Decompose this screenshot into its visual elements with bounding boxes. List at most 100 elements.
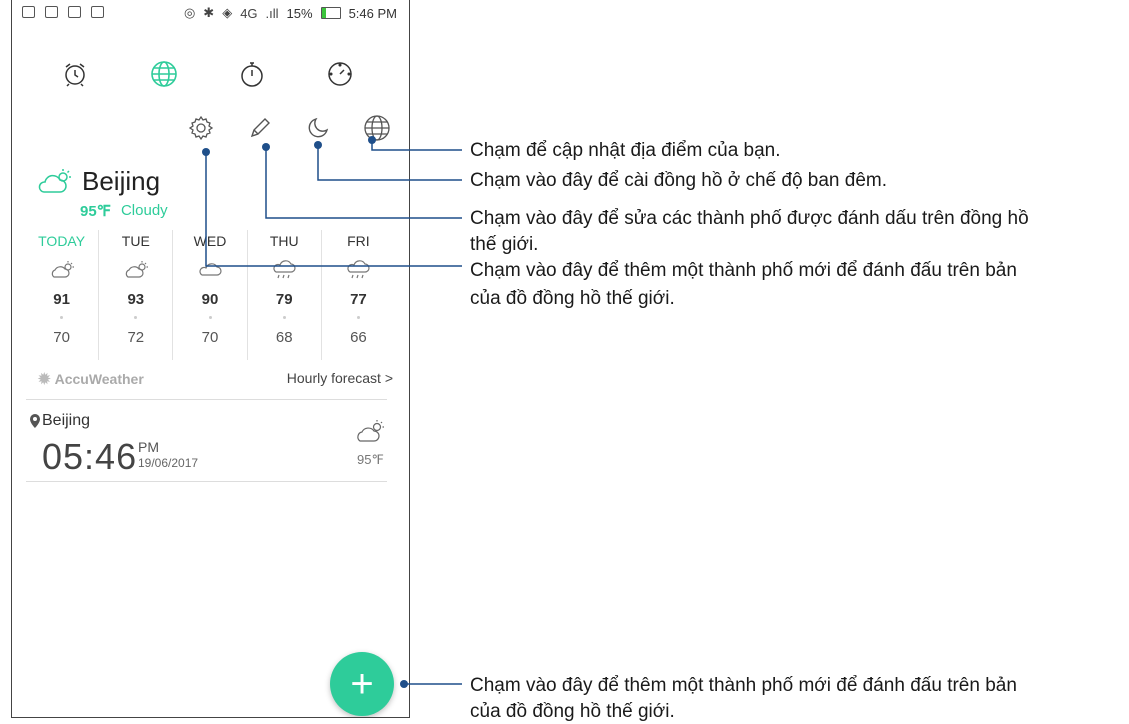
callout-edit-text: Chạm vào đây để sửa các thành phố được đ… [470, 208, 1029, 229]
current-condition: Cloudy [120, 202, 168, 219]
forecast-day-name: FRI [347, 233, 370, 249]
callout-edit-text-2: thế giới. [470, 234, 539, 255]
callout-add-text-2: của đồ đồng hồ thế giới. [470, 701, 675, 722]
forecast-high: 79 [275, 291, 293, 308]
edit-button[interactable] [245, 113, 275, 143]
image-icon [45, 6, 58, 18]
settings-button[interactable] [186, 113, 216, 143]
weather-city-name: Beijing [82, 166, 161, 196]
tab-timer[interactable] [322, 56, 358, 92]
forecast-high: 91 [53, 291, 70, 308]
notification-icons [22, 6, 104, 18]
callout-settings-text: Chạm vào đây để thêm một thành phố mới đ… [470, 260, 1017, 281]
hourly-forecast-link[interactable]: Hourly forecast > [287, 370, 393, 386]
forecast-day: FRI 77 66 [320, 230, 395, 360]
timer-icon [328, 62, 352, 86]
forecast-day: THU 79 68 [246, 230, 321, 360]
forecast-low: 66 [350, 329, 367, 346]
settings-gear-icon [188, 115, 214, 141]
forecast-icon [322, 257, 395, 283]
edit-pencil-icon [250, 118, 270, 138]
partly-cloudy-icon [357, 420, 384, 442]
network-label: 4G [240, 5, 258, 21]
notification-icon [22, 6, 35, 18]
forecast-low: 72 [127, 329, 145, 346]
forecast-icon [25, 257, 98, 283]
forecast-high: 90 [201, 291, 219, 308]
forecast-high: 93 [127, 291, 145, 308]
sun-icon: ✹ [38, 371, 51, 388]
forecast-low: 68 [275, 329, 293, 346]
forecast-icon [248, 257, 321, 283]
location-update-button[interactable] [362, 113, 392, 143]
forecast-dot [356, 316, 360, 319]
globe-icon [151, 61, 177, 87]
stopwatch-icon [241, 62, 263, 87]
world-clock-city-name: Beijing [42, 412, 91, 429]
tab-stopwatch[interactable] [234, 56, 270, 92]
forecast-day-name: THU [269, 233, 299, 249]
forecast-dot [60, 316, 64, 319]
world-clock-temp: 95℉ [357, 452, 384, 467]
forecast-dot [134, 316, 138, 319]
forecast-low: 70 [53, 329, 70, 346]
callout-settings-text-2: của đồ đồng hồ thế giới. [470, 288, 675, 309]
world-clock-date: 19/06/2017 [138, 456, 199, 470]
sd-card-icon [91, 6, 104, 18]
partly-cloudy-icon [125, 261, 148, 278]
world-clock-weather [355, 418, 385, 449]
location-pin-icon [30, 414, 40, 428]
signal-icon: .ıll [265, 5, 279, 21]
current-temperature: 95℉ [80, 203, 111, 220]
status-icons: ◎ ✱ ◈ 4G .ıll 15% 5:46 PM [184, 5, 397, 21]
cloudy-icon [199, 263, 222, 276]
status-clock: 5:46 PM [348, 5, 397, 21]
partly-cloudy-icon [51, 261, 74, 278]
callout-night-text: Chạm vào đây để cài đồng hồ ở chế độ ban… [470, 170, 888, 191]
forecast-day: TUE 93 72 [98, 230, 172, 360]
divider [26, 481, 387, 482]
battery-percent: 15% [286, 5, 313, 21]
forecast-icon [99, 257, 172, 283]
alarm-clock-icon [65, 63, 85, 87]
world-clock-toolbar [12, 113, 409, 147]
world-clock-ampm: PM [138, 439, 159, 455]
plus-icon: + [350, 661, 374, 706]
forecast-day-name: TUE [121, 233, 150, 249]
provider-label: AccuWeather [54, 371, 144, 387]
forecast-day: TODAY 91 70 [25, 230, 98, 360]
partly-cloudy-icon [38, 168, 71, 193]
forecast-day-name: WED [193, 233, 227, 249]
world-clock-city: Beijing [30, 412, 90, 430]
world-globe-icon [364, 115, 390, 141]
forecast-row: TODAY 91 70 TUE 93 72 WED 90 70 THU 79 6… [25, 230, 395, 360]
forecast-high: 77 [350, 291, 367, 308]
battery-icon [320, 7, 341, 19]
world-clock-time: 05:46 [42, 436, 138, 477]
bluetooth-icon: ✱ [203, 5, 215, 20]
tab-alarm[interactable] [57, 56, 93, 92]
clock-tabs [12, 56, 409, 96]
phone-screen: ◎ ✱ ◈ 4G .ıll 15% 5:46 PM Beijing 95℉ Cl… [11, 0, 410, 718]
tab-world-clock[interactable] [146, 56, 182, 92]
forecast-day: WED 90 70 [172, 230, 246, 360]
forecast-icon [173, 257, 246, 283]
forecast-day-name: TODAY [38, 233, 86, 249]
sync-icon: ◈ [222, 5, 233, 20]
add-city-button[interactable]: + [330, 652, 394, 716]
current-weather: 95℉ Cloudy [80, 202, 168, 220]
night-mode-moon-icon [308, 117, 329, 138]
rain-cloud-icon [273, 260, 296, 279]
night-mode-button[interactable] [303, 113, 333, 143]
message-icon [68, 6, 81, 18]
accuweather-logo: ✹ AccuWeather [38, 370, 144, 388]
forecast-low: 70 [201, 329, 219, 346]
callout-location-text: Chạm để cập nhật địa điểm của bạn. [470, 140, 781, 161]
weather-city-row: Beijing [36, 166, 160, 197]
callout-add-text: Chạm vào đây để thêm một thành phố mới đ… [470, 675, 1017, 696]
rain-cloud-icon [347, 260, 370, 279]
divider [26, 399, 387, 400]
status-bar: ◎ ✱ ◈ 4G .ıll 15% 5:46 PM [12, 0, 409, 26]
location-icon: ◎ [183, 5, 196, 20]
weather-footer: ✹ AccuWeather Hourly forecast > [38, 370, 393, 390]
